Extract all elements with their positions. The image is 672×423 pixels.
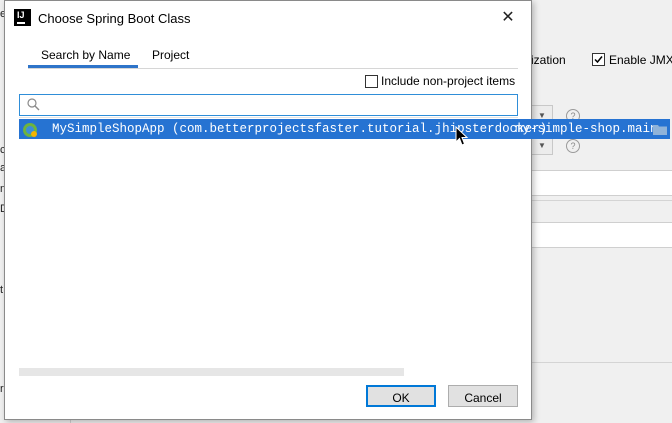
- module-label: my-simple-shop.main: [515, 122, 658, 136]
- enable-jmx-checkbox[interactable]: [592, 53, 605, 66]
- background-partial-label: ization: [531, 53, 566, 67]
- background-divider: [530, 362, 672, 363]
- intellij-app-icon: IJ: [14, 9, 31, 26]
- search-input[interactable]: [44, 96, 513, 114]
- folder-icon: [653, 125, 667, 135]
- background-text-field[interactable]: [530, 222, 672, 248]
- search-icon: [27, 98, 40, 111]
- chevron-down-icon: ▼: [538, 141, 546, 150]
- enable-jmx-label: Enable JMX: [609, 53, 672, 67]
- close-icon[interactable]: ✕: [495, 5, 521, 31]
- include-non-project-checkbox[interactable]: [365, 75, 378, 88]
- tab-project[interactable]: Project: [152, 48, 189, 62]
- class-search-field[interactable]: [19, 94, 518, 116]
- class-name-label: MySimpleShopApp (com.betterprojectsfaste…: [52, 122, 548, 136]
- dialog-titlebar[interactable]: IJ Choose Spring Boot Class ✕: [5, 1, 531, 35]
- tab-search-by-name[interactable]: Search by Name: [41, 48, 130, 62]
- tab-bar: Search by Name Project: [28, 45, 518, 69]
- list-item[interactable]: MySimpleShopApp (com.betterprojectsfaste…: [19, 119, 670, 139]
- background-divider: [530, 200, 672, 201]
- background-text-fragment: t: [0, 284, 4, 296]
- ok-button[interactable]: OK: [366, 385, 436, 407]
- results-list[interactable]: MySimpleShopApp (com.betterprojectsfaste…: [19, 117, 670, 378]
- include-non-project-label: Include non-project items: [381, 74, 516, 88]
- active-tab-indicator: [28, 65, 138, 68]
- background-text-field[interactable]: [530, 170, 672, 196]
- help-icon[interactable]: ?: [566, 139, 580, 153]
- spring-boot-class-icon: [23, 123, 37, 137]
- choose-spring-boot-class-dialog: IJ Choose Spring Boot Class ✕ Search by …: [4, 0, 670, 420]
- horizontal-scrollbar[interactable]: [19, 368, 404, 376]
- cancel-button[interactable]: Cancel: [448, 385, 518, 407]
- mouse-cursor-icon: [455, 126, 469, 146]
- dialog-title: Choose Spring Boot Class: [38, 11, 191, 26]
